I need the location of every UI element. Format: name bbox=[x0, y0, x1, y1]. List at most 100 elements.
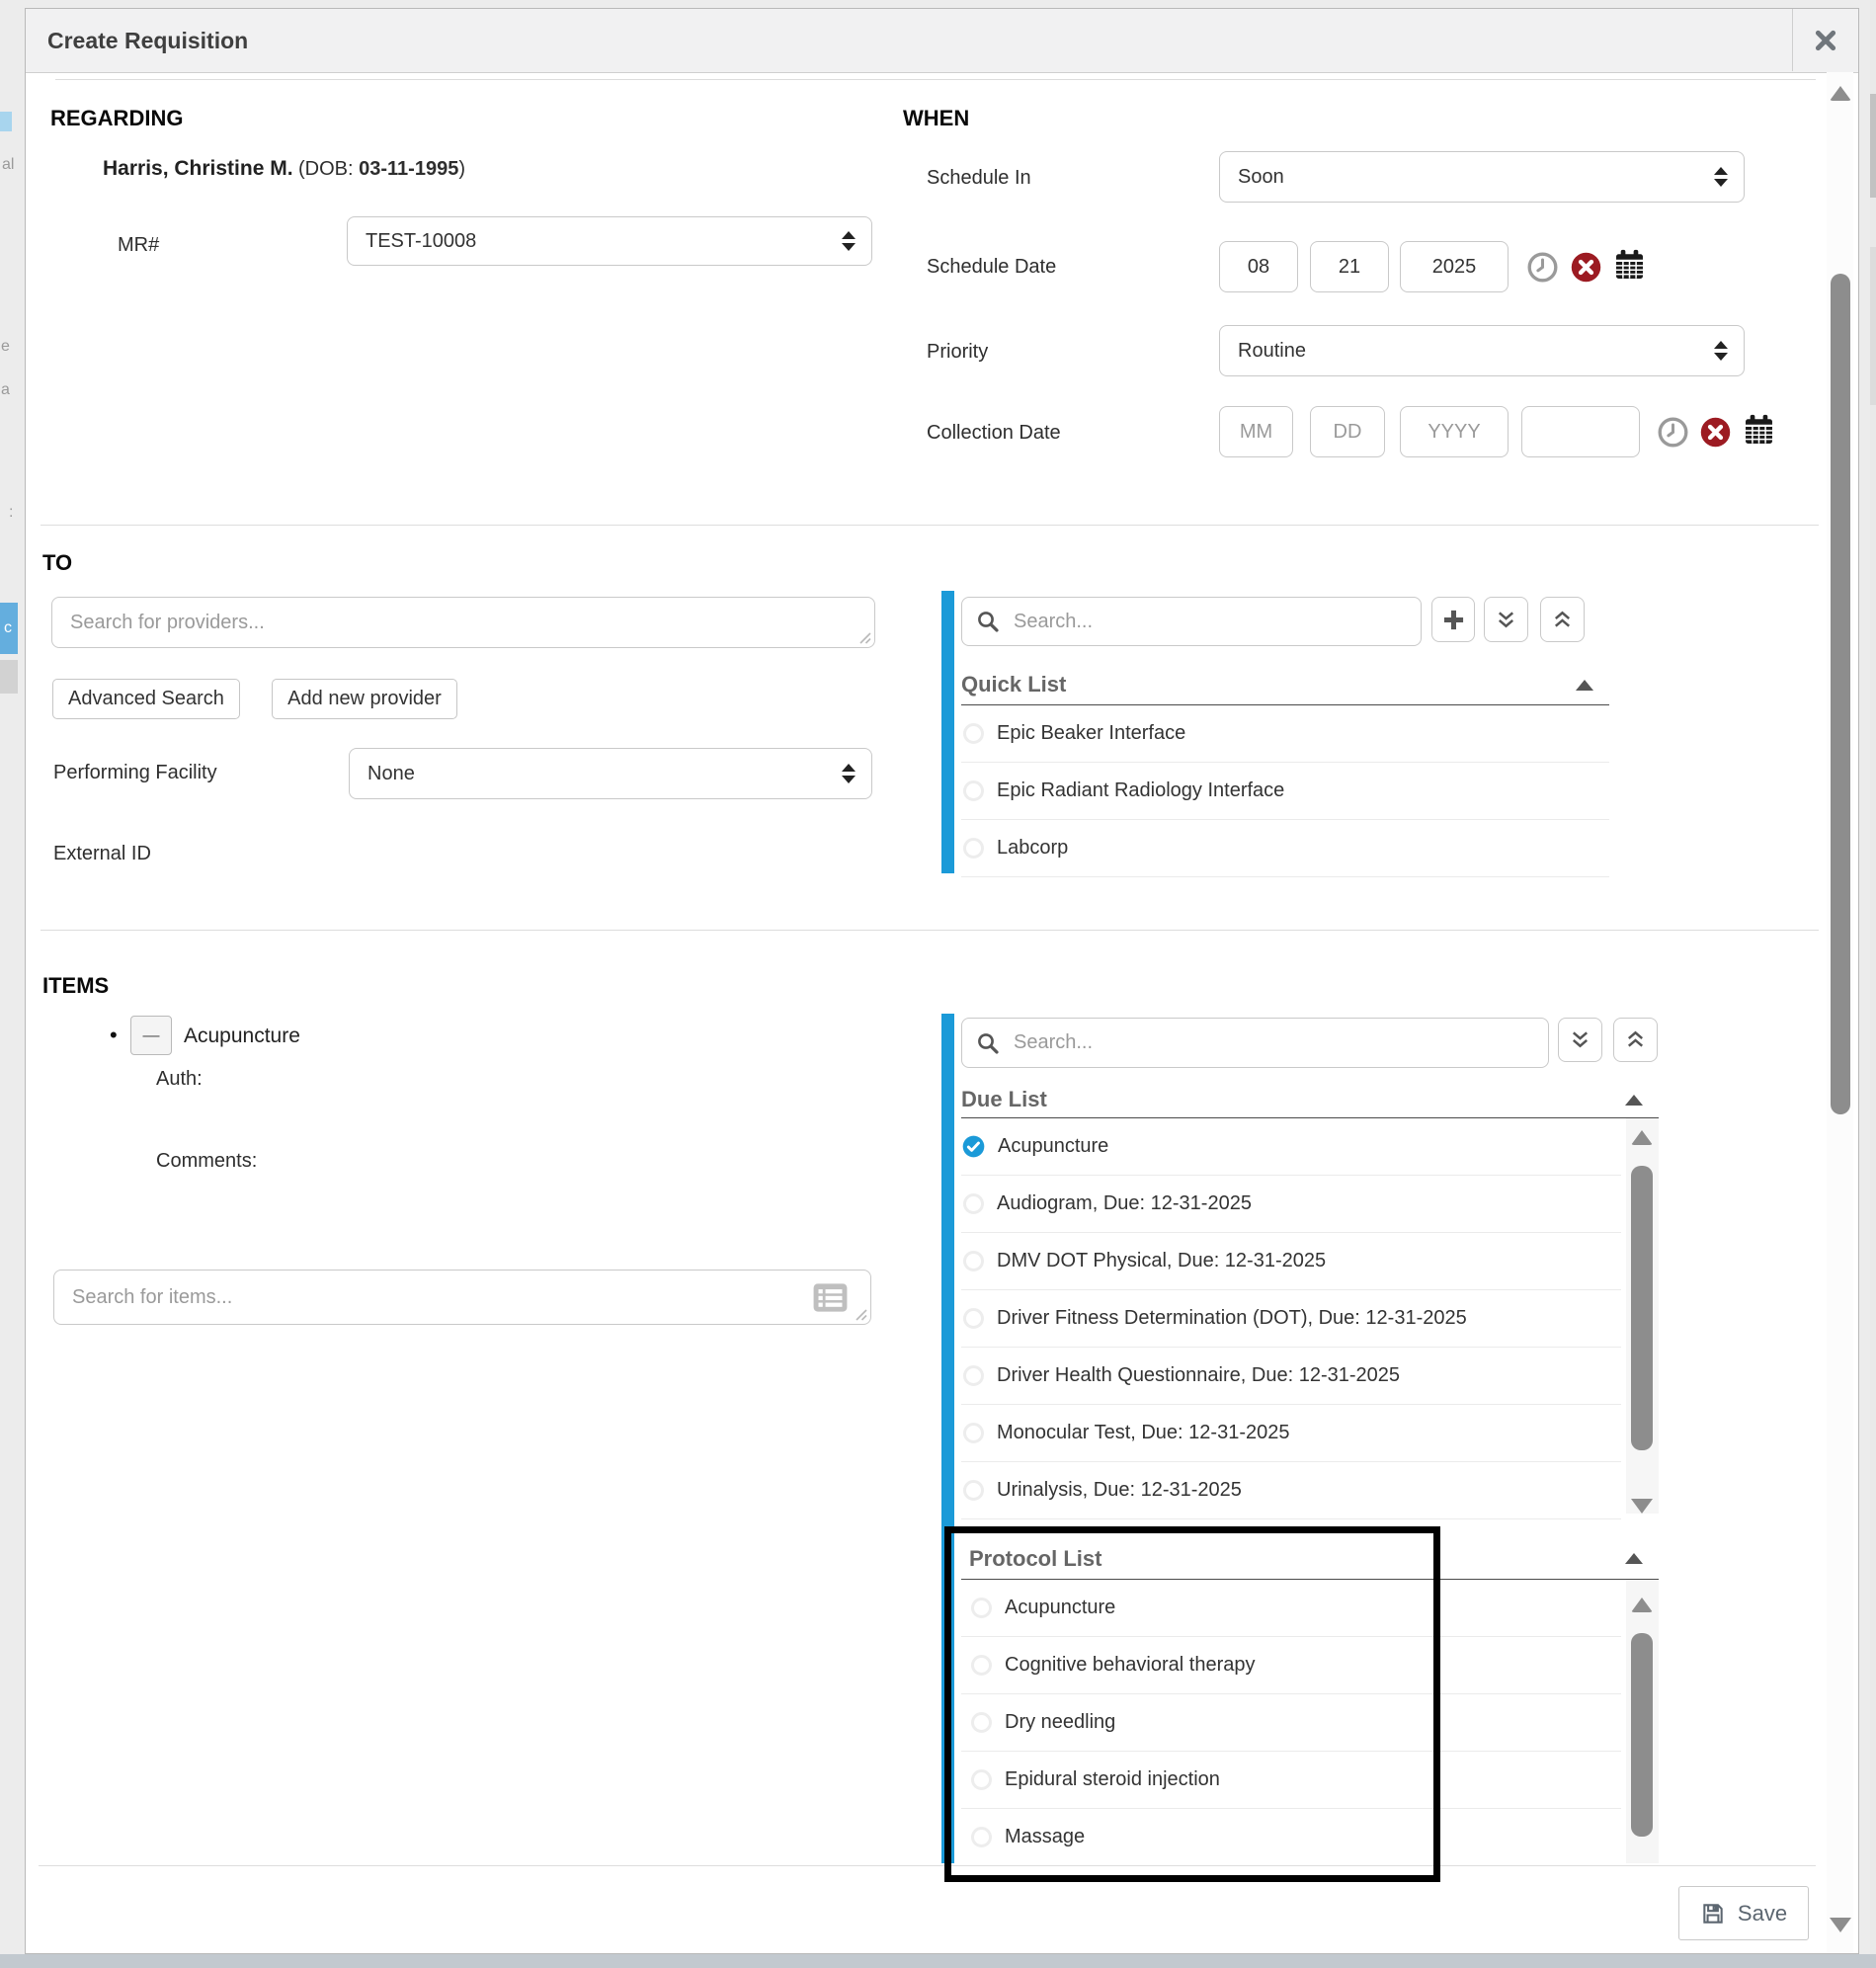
protocol-list-scrollbar[interactable] bbox=[1626, 1580, 1659, 1863]
due-list-item[interactable]: DMV DOT Physical, Due: 12-31-2025 bbox=[961, 1233, 1621, 1290]
scroll-down-icon[interactable] bbox=[1830, 1918, 1851, 1932]
regarding-heading: REGARDING bbox=[50, 106, 183, 131]
schedule-in-select[interactable]: Soon bbox=[1219, 151, 1745, 203]
schedule-date-label: Schedule Date bbox=[927, 256, 1056, 279]
browser-scrollbar-thumb[interactable] bbox=[1870, 94, 1876, 198]
due-list-item[interactable]: Audiogram, Due: 12-31-2025 bbox=[961, 1176, 1621, 1233]
scroll-down-icon[interactable] bbox=[1631, 1499, 1653, 1514]
plus-icon bbox=[1441, 608, 1466, 632]
radio-circle-icon bbox=[963, 838, 984, 859]
quick-list-item-label: Epic Radiant Radiology Interface bbox=[997, 779, 1284, 802]
collection-date-time-icon[interactable] bbox=[1658, 417, 1688, 452]
due-list-item[interactable]: Driver Fitness Determination (DOT), Due:… bbox=[961, 1290, 1621, 1348]
radio-circle-icon bbox=[971, 1598, 992, 1618]
radio-circle-icon bbox=[963, 723, 984, 744]
schedule-date-month-input[interactable] bbox=[1219, 241, 1298, 292]
quick-list-item[interactable]: Epic Radiant Radiology Interface bbox=[961, 763, 1609, 820]
when-heading: WHEN bbox=[903, 106, 969, 131]
protocol-list-item-label: Acupuncture bbox=[1005, 1597, 1115, 1619]
protocol-list-item-label: Massage bbox=[1005, 1826, 1085, 1848]
quick-list-expand-button[interactable] bbox=[1484, 597, 1528, 642]
due-list-header[interactable]: Due List bbox=[961, 1082, 1659, 1118]
mr-select[interactable]: TEST-10008 bbox=[347, 216, 872, 266]
collection-date-calendar-icon[interactable] bbox=[1743, 413, 1775, 451]
protocol-list-item[interactable]: Massage bbox=[961, 1809, 1621, 1866]
schedule-date-time-icon[interactable] bbox=[1527, 252, 1558, 287]
performing-facility-select[interactable]: None bbox=[349, 748, 872, 799]
collection-date-month-input[interactable] bbox=[1219, 406, 1293, 457]
add-new-provider-button[interactable]: Add new provider bbox=[272, 679, 457, 719]
protocol-list-scrollbar-thumb[interactable] bbox=[1631, 1633, 1653, 1837]
scroll-up-icon[interactable] bbox=[1830, 86, 1851, 101]
background-fragment: : bbox=[9, 504, 13, 522]
quick-list-collapse-button[interactable] bbox=[1540, 597, 1585, 642]
due-list-item[interactable]: Driver Health Questionnaire, Due: 12-31-… bbox=[961, 1348, 1621, 1405]
external-id-input[interactable] bbox=[349, 829, 872, 880]
due-list-item[interactable]: Urinalysis, Due: 12-31-2025 bbox=[961, 1462, 1621, 1519]
resize-handle-icon[interactable] bbox=[859, 632, 871, 644]
close-button[interactable] bbox=[1792, 9, 1858, 71]
advanced-search-button[interactable]: Advanced Search bbox=[52, 679, 240, 719]
modal-scrollbar[interactable] bbox=[1827, 72, 1853, 1953]
provider-quick-search-field[interactable] bbox=[961, 597, 1422, 646]
search-icon bbox=[976, 610, 1000, 633]
priority-select[interactable]: Routine bbox=[1219, 325, 1745, 376]
due-list-item[interactable]: Monocular Test, Due: 12-31-2025 bbox=[961, 1405, 1621, 1462]
scroll-up-icon[interactable] bbox=[1631, 1130, 1653, 1145]
protocol-list-item[interactable]: Dry needling bbox=[961, 1694, 1621, 1752]
radio-circle-icon bbox=[971, 1712, 992, 1733]
browser-scrollbar-segment bbox=[1870, 247, 1876, 405]
due-list-item-label: DMV DOT Physical, Due: 12-31-2025 bbox=[997, 1250, 1326, 1272]
schedule-date-year-input[interactable] bbox=[1400, 241, 1509, 292]
protocol-list-header[interactable]: Protocol List bbox=[961, 1538, 1659, 1580]
schedule-date-calendar-icon[interactable] bbox=[1613, 248, 1646, 287]
collection-date-day-input[interactable] bbox=[1310, 406, 1385, 457]
scroll-up-icon[interactable] bbox=[1631, 1598, 1653, 1612]
protocol-list-item[interactable]: Epidural steroid injection bbox=[961, 1752, 1621, 1809]
save-button[interactable]: Save bbox=[1678, 1886, 1809, 1940]
browser-scrollbar[interactable] bbox=[1870, 0, 1876, 1968]
due-list-scrollbar-thumb[interactable] bbox=[1631, 1166, 1653, 1450]
protocol-list-item[interactable]: Acupuncture bbox=[961, 1580, 1621, 1637]
close-icon bbox=[1813, 28, 1838, 53]
auth-input[interactable] bbox=[405, 1054, 844, 1109]
quick-list-item[interactable]: Epic Beaker Interface bbox=[961, 705, 1609, 763]
item-quick-search-field[interactable] bbox=[961, 1018, 1549, 1068]
quick-list-header[interactable]: Quick List bbox=[961, 665, 1609, 705]
chevron-double-up-icon bbox=[1551, 609, 1574, 631]
collapse-arrow-icon[interactable] bbox=[1625, 1095, 1643, 1106]
to-heading: TO bbox=[42, 550, 72, 576]
collapse-arrow-icon[interactable] bbox=[1625, 1553, 1643, 1564]
performing-facility-label: Performing Facility bbox=[53, 762, 217, 784]
add-provider-list-button[interactable] bbox=[1431, 597, 1475, 642]
resize-handle-icon[interactable] bbox=[856, 1309, 867, 1321]
protocol-list: Protocol List Acupuncture Cognitive beha… bbox=[961, 1538, 1659, 1866]
modal-scrollbar-thumb[interactable] bbox=[1831, 274, 1850, 1114]
due-list-title: Due List bbox=[961, 1087, 1047, 1112]
provider-search-input[interactable] bbox=[68, 611, 858, 635]
item-search-field[interactable] bbox=[53, 1270, 871, 1325]
due-list-collapse-button[interactable] bbox=[1613, 1018, 1658, 1062]
due-list-item-selected[interactable]: Acupuncture bbox=[961, 1118, 1621, 1176]
item-list-icon[interactable] bbox=[812, 1282, 849, 1313]
collapse-arrow-icon[interactable] bbox=[1576, 680, 1593, 691]
due-list: Due List Acupuncture Audiogram, Due: 12-… bbox=[961, 1082, 1659, 1519]
item-search-input[interactable] bbox=[70, 1285, 812, 1310]
remove-item-button[interactable]: — bbox=[130, 1016, 172, 1055]
background-bottom-strip bbox=[0, 1954, 1876, 1968]
collection-date-clear-icon[interactable] bbox=[1700, 417, 1731, 452]
due-list-expand-button[interactable] bbox=[1558, 1018, 1602, 1062]
collection-date-year-input[interactable] bbox=[1400, 406, 1509, 457]
quick-list-item[interactable]: Labcorp bbox=[961, 820, 1609, 877]
schedule-date-day-input[interactable] bbox=[1310, 241, 1389, 292]
comments-input[interactable] bbox=[405, 1135, 844, 1190]
provider-quick-search-input[interactable] bbox=[1012, 610, 1407, 634]
due-list-scrollbar[interactable] bbox=[1626, 1118, 1659, 1514]
protocol-list-item[interactable]: Cognitive behavioral therapy bbox=[961, 1637, 1621, 1694]
protocol-list-item-label: Cognitive behavioral therapy bbox=[1005, 1654, 1256, 1677]
item-quick-search-input[interactable] bbox=[1012, 1030, 1534, 1055]
collection-date-time-input[interactable] bbox=[1521, 406, 1640, 457]
background-fragment-block bbox=[0, 660, 18, 694]
schedule-date-clear-icon[interactable] bbox=[1571, 252, 1601, 287]
provider-search-field[interactable] bbox=[51, 597, 875, 648]
